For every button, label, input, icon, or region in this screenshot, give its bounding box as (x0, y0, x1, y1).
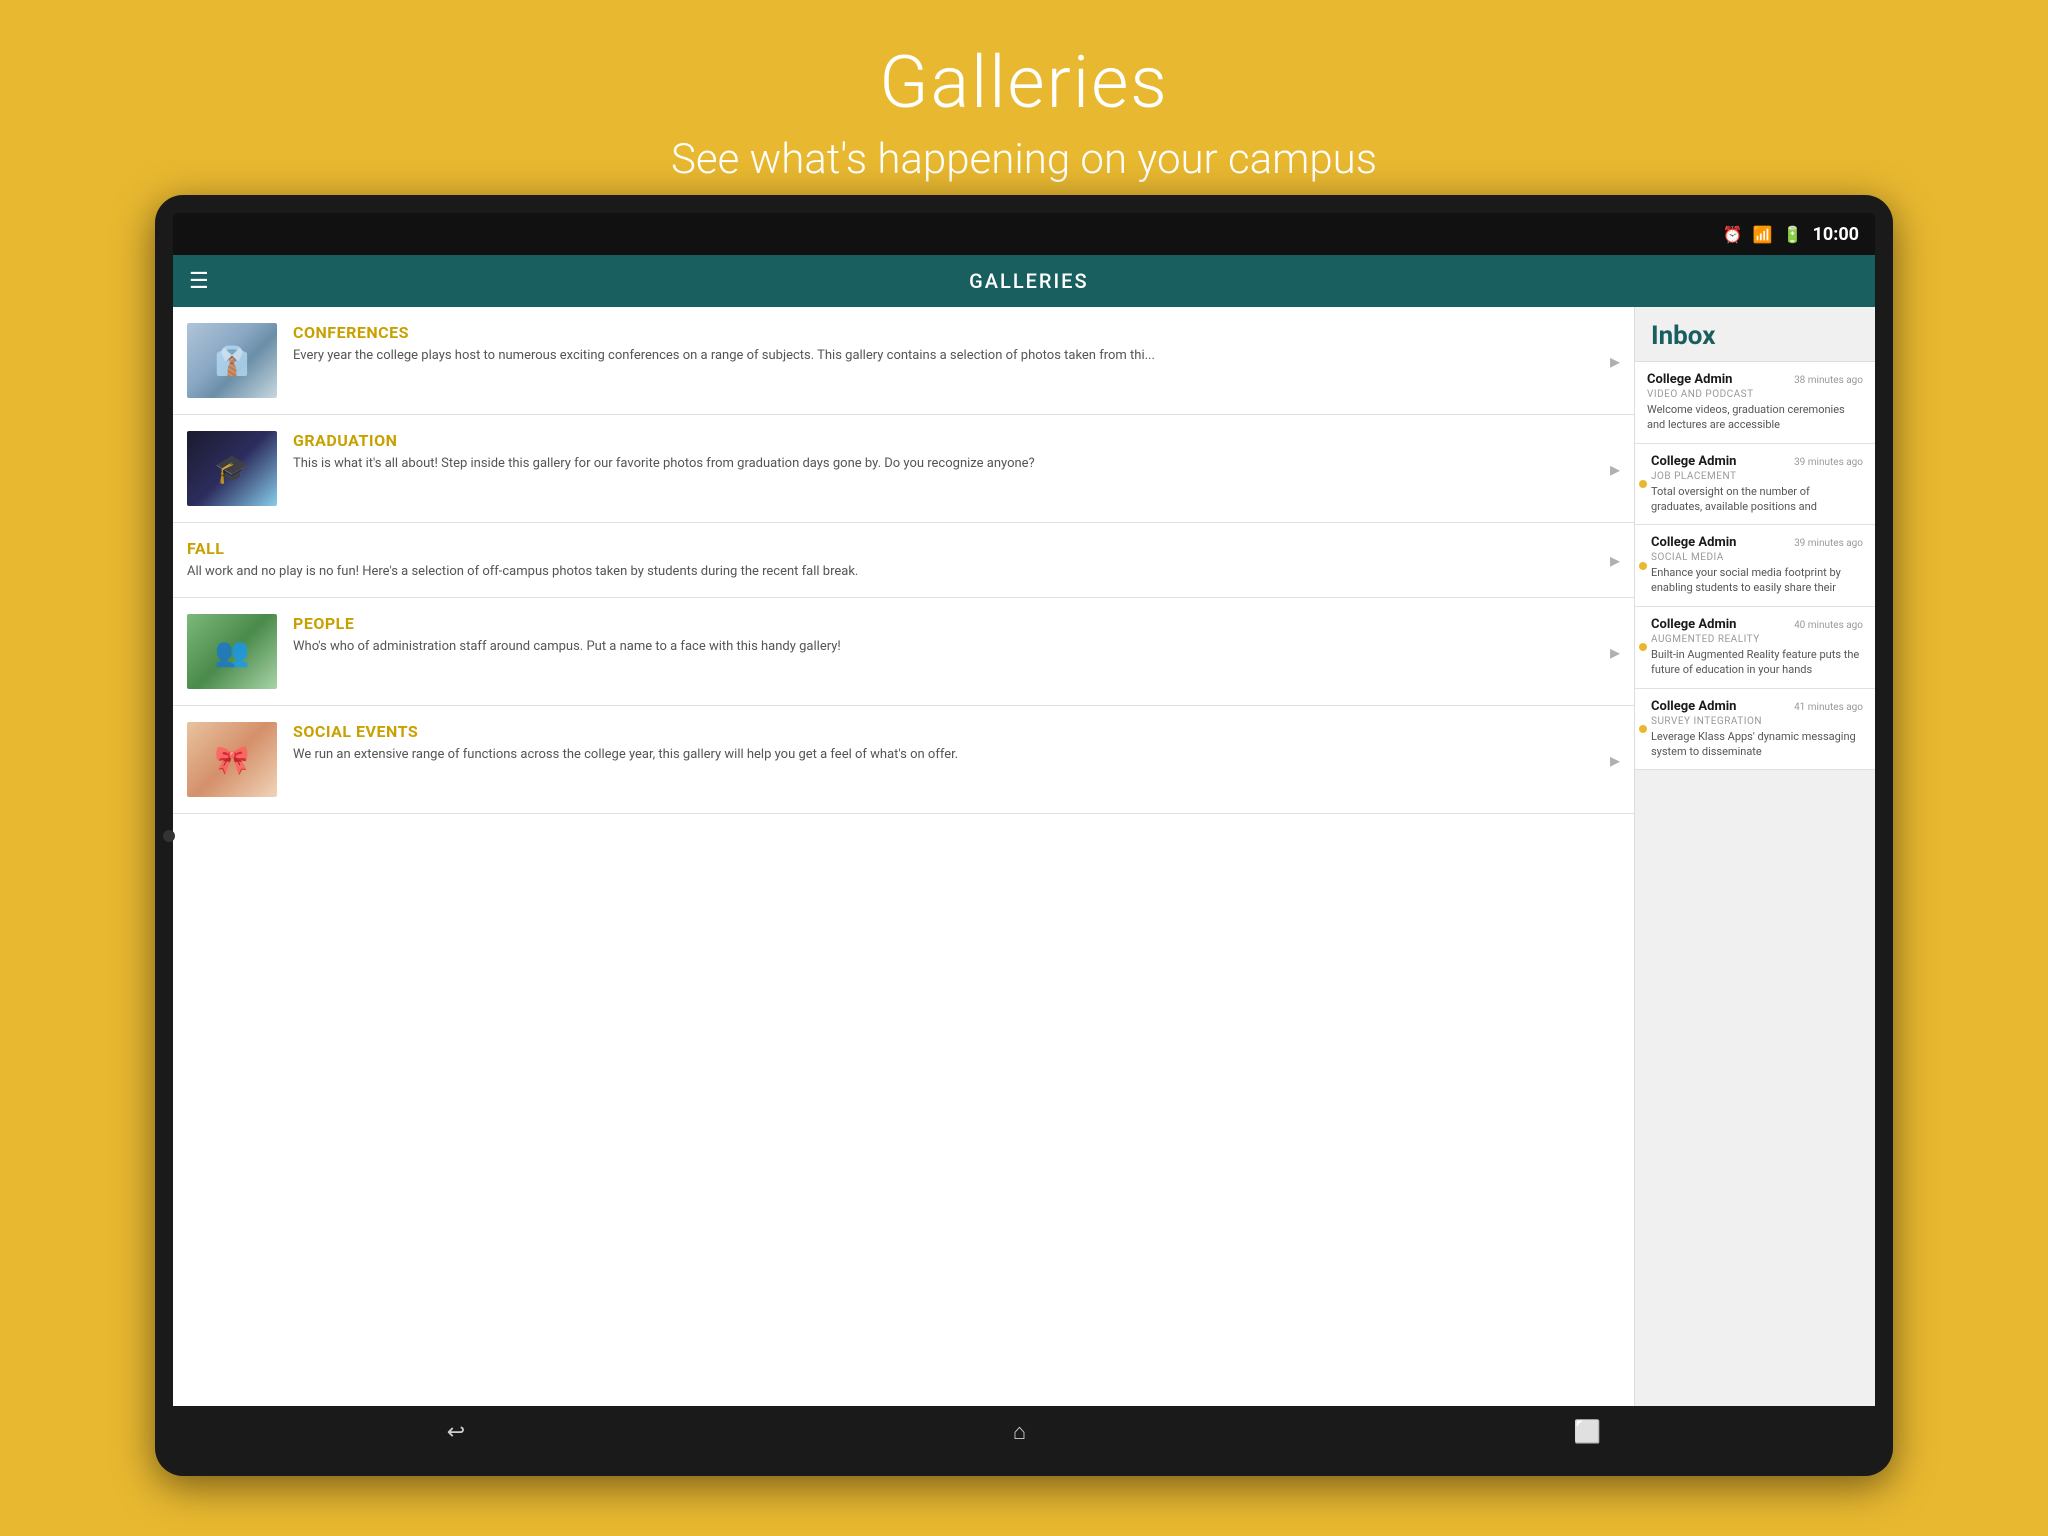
gallery-item-people[interactable]: PEOPLE Who's who of administration staff… (173, 598, 1634, 706)
inbox-sender-2: College Admin (1651, 535, 1736, 550)
gallery-item-desc-graduation: This is what it's all about! Step inside… (293, 455, 1602, 473)
inbox-time-3: 40 minutes ago (1794, 620, 1863, 631)
gallery-item-name-graduation: GRADUATION (293, 431, 1602, 450)
gallery-list: CONFERENCES Every year the college plays… (173, 307, 1635, 1406)
home-button[interactable]: ⌂ (993, 1411, 1046, 1453)
gallery-image-people (187, 614, 277, 689)
gallery-item-name-people: PEOPLE (293, 614, 1602, 633)
inbox-preview-1: Total oversight on the number of graduat… (1651, 485, 1863, 515)
gallery-item-desc-people: Who's who of administration staff around… (293, 638, 1602, 656)
inbox-sender-4: College Admin (1651, 699, 1736, 714)
inbox-time-1: 39 minutes ago (1794, 457, 1863, 468)
inbox-item-3[interactable]: College Admin 40 minutes ago AUGMENTED R… (1635, 607, 1875, 689)
gallery-item-text-people: PEOPLE Who's who of administration staff… (293, 614, 1602, 656)
inbox-sender-1: College Admin (1651, 454, 1736, 469)
gallery-item-text-social-events: SOCIAL EVENTS We run an extensive range … (293, 722, 1602, 764)
inbox-item-2[interactable]: College Admin 39 minutes ago SOCIAL MEDI… (1635, 525, 1875, 607)
inbox-time-0: 38 minutes ago (1794, 375, 1863, 386)
gallery-item-desc-social-events: We run an extensive range of functions a… (293, 746, 1602, 764)
gallery-arrow-social-events: ▸ (1610, 748, 1620, 772)
tablet-device: ⏰ 📶 🔋 10:00 ☰ GALLERIES CONFERENCES Ever… (155, 195, 1893, 1476)
inbox-sender-0: College Admin (1647, 372, 1732, 387)
back-button[interactable]: ↩ (427, 1412, 485, 1453)
inbox-item-4[interactable]: College Admin 41 minutes ago SURVEY INTE… (1635, 689, 1875, 771)
inbox-item-header-2: College Admin 39 minutes ago (1651, 535, 1863, 550)
gallery-item-text-graduation: GRADUATION This is what it's all about! … (293, 431, 1602, 473)
alarm-icon: ⏰ (1723, 225, 1743, 244)
gallery-image-conferences (187, 323, 277, 398)
recents-button[interactable]: ⬜ (1554, 1412, 1621, 1453)
gallery-arrow-fall: ▸ (1610, 548, 1620, 572)
unread-dot-4 (1639, 725, 1647, 733)
gallery-item-text-conferences: CONFERENCES Every year the college plays… (293, 323, 1602, 365)
inbox-item-header-1: College Admin 39 minutes ago (1651, 454, 1863, 469)
inbox-category-1: JOB PLACEMENT (1651, 471, 1863, 482)
gallery-image-social-events (187, 722, 277, 797)
page-header: Galleries See what's happening on your c… (0, 0, 2048, 214)
app-bar-title: GALLERIES (229, 269, 1859, 293)
inbox-item-0[interactable]: College Admin 38 minutes ago VIDEO AND P… (1635, 362, 1875, 444)
content-area: CONFERENCES Every year the college plays… (173, 307, 1875, 1406)
gallery-item-name-fall: FALL (187, 539, 1602, 558)
gallery-item-conferences[interactable]: CONFERENCES Every year the college plays… (173, 307, 1634, 415)
status-bar: ⏰ 📶 🔋 10:00 (173, 213, 1875, 255)
unread-dot-2 (1639, 562, 1647, 570)
inbox-category-2: SOCIAL MEDIA (1651, 552, 1863, 563)
camera-bump (163, 830, 175, 842)
inbox-category-0: VIDEO AND PODCAST (1647, 389, 1863, 400)
gallery-item-desc-conferences: Every year the college plays host to num… (293, 347, 1602, 365)
gallery-arrow-graduation: ▸ (1610, 457, 1620, 481)
inbox-panel: Inbox College Admin 38 minutes ago VIDEO… (1635, 307, 1875, 1406)
inbox-category-3: AUGMENTED REALITY (1651, 634, 1863, 645)
gallery-arrow-people: ▸ (1610, 640, 1620, 664)
inbox-item-1[interactable]: College Admin 39 minutes ago JOB PLACEME… (1635, 444, 1875, 526)
gallery-item-name-social-events: SOCIAL EVENTS (293, 722, 1602, 741)
gallery-item-social-events[interactable]: SOCIAL EVENTS We run an extensive range … (173, 706, 1634, 814)
inbox-time-4: 41 minutes ago (1794, 702, 1863, 713)
inbox-preview-0: Welcome videos, graduation ceremonies an… (1647, 403, 1863, 433)
inbox-title: Inbox (1635, 307, 1875, 362)
gallery-item-desc-fall: All work and no play is no fun! Here's a… (187, 563, 1602, 581)
bottom-nav: ↩ ⌂ ⬜ (173, 1406, 1875, 1458)
battery-icon: 🔋 (1783, 225, 1803, 244)
gallery-item-name-conferences: CONFERENCES (293, 323, 1602, 342)
inbox-item-header-0: College Admin 38 minutes ago (1647, 372, 1863, 387)
page-title: Galleries (20, 40, 2028, 125)
unread-dot-3 (1639, 643, 1647, 651)
inbox-preview-4: Leverage Klass Apps' dynamic messaging s… (1651, 730, 1863, 760)
gallery-item-graduation[interactable]: GRADUATION This is what it's all about! … (173, 415, 1634, 523)
wifi-icon: 📶 (1753, 225, 1773, 244)
gallery-item-text-fall: FALL All work and no play is no fun! Her… (187, 539, 1602, 581)
hamburger-icon[interactable]: ☰ (189, 269, 209, 294)
inbox-preview-3: Built-in Augmented Reality feature puts … (1651, 648, 1863, 678)
inbox-time-2: 39 minutes ago (1794, 538, 1863, 549)
inbox-item-header-4: College Admin 41 minutes ago (1651, 699, 1863, 714)
inbox-item-header-3: College Admin 40 minutes ago (1651, 617, 1863, 632)
gallery-image-graduation (187, 431, 277, 506)
inbox-preview-2: Enhance your social media footprint by e… (1651, 566, 1863, 596)
inbox-category-4: SURVEY INTEGRATION (1651, 716, 1863, 727)
status-time: 10:00 (1813, 224, 1859, 245)
app-bar: ☰ GALLERIES (173, 255, 1875, 307)
gallery-item-fall[interactable]: FALL All work and no play is no fun! Her… (173, 523, 1634, 598)
inbox-sender-3: College Admin (1651, 617, 1736, 632)
page-subtitle: See what's happening on your campus (20, 135, 2028, 184)
unread-dot-1 (1639, 480, 1647, 488)
gallery-arrow-conferences: ▸ (1610, 349, 1620, 373)
